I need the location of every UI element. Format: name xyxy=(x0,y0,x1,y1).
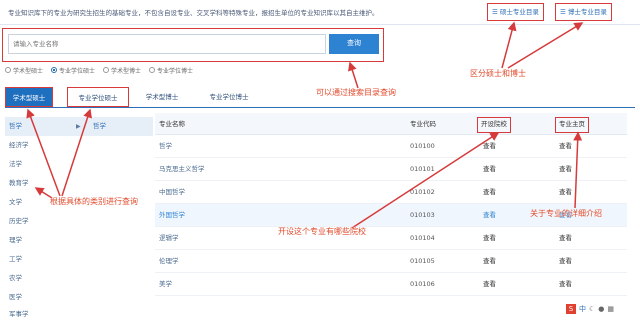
radio-dot xyxy=(51,67,58,73)
arrow-doctors xyxy=(507,22,584,69)
major-name: 马克思主义哲学 xyxy=(159,165,205,173)
major-name: 伦理学 xyxy=(159,257,179,265)
category-item[interactable]: 教育学 xyxy=(5,174,153,193)
masters-catalog-button[interactable]: ☰ 硕士专业目录 xyxy=(487,3,544,21)
radio-dot xyxy=(149,67,156,73)
notice-text: 专业知识库下的专业为研究生招生的基础专业，不包含自设专业、交叉学科等特殊专业，报… xyxy=(8,9,379,17)
table-row: 伦理学 010105 查看 查看 xyxy=(155,250,627,273)
tab-academic-masters[interactable]: 学术型硕士 xyxy=(5,87,53,107)
ime-language[interactable]: 中 xyxy=(579,304,586,314)
major-name: 逻辑学 xyxy=(159,234,179,242)
view-schools-link[interactable]: 查看 xyxy=(483,273,496,296)
annotation-search: 可以通过搜索目录查询 xyxy=(316,88,396,97)
table-header: 专业名称 专业代码 开设院校 专业主页 xyxy=(155,113,627,135)
major-code: 010105 xyxy=(410,257,435,265)
arrow-masters xyxy=(501,21,517,69)
keyboard-icon: ▦ xyxy=(607,305,615,313)
degree-type-radios: 学术型硕士 专业学位硕士 学术型博士 专业学位博士 xyxy=(5,65,193,75)
major-name: 美学 xyxy=(159,280,172,288)
header-name: 专业名称 xyxy=(159,120,185,128)
view-homepage-link[interactable]: 查看 xyxy=(559,227,572,250)
major-name: 中国哲学 xyxy=(159,188,185,196)
header-code: 专业代码 xyxy=(410,120,436,128)
doctors-catalog-button[interactable]: ☰ 博士专业目录 xyxy=(555,3,612,21)
category-label: 哲学 xyxy=(9,122,22,130)
view-homepage-link[interactable]: 查看 xyxy=(559,158,572,181)
tab-professional-doctors[interactable]: 专业学位博士 xyxy=(195,87,263,107)
radio-label: 学术型硕士 xyxy=(13,67,44,75)
view-homepage-link[interactable]: 查看 xyxy=(559,181,572,204)
arrow-search xyxy=(347,61,359,89)
major-code: 010104 xyxy=(410,234,435,242)
view-schools-link[interactable]: 查看 xyxy=(483,181,496,204)
radio-label: 学术型博士 xyxy=(111,67,142,75)
view-schools-link[interactable]: 查看 xyxy=(483,135,496,158)
header-schools: 开设院校 xyxy=(477,117,511,133)
category-item[interactable]: 历史学 xyxy=(5,212,153,231)
view-schools-link[interactable]: 查看 xyxy=(483,204,496,227)
major-code: 010100 xyxy=(410,142,435,150)
search-input[interactable] xyxy=(8,34,326,54)
category-list: 哲学 ▶ 哲学 经济学 法学 教育学 文学 历史学 理学 工学 农学 医学 军事… xyxy=(5,117,153,320)
radio-label: 专业学位硕士 xyxy=(59,67,96,75)
annotation-homepage: 关于专业的详细介绍 xyxy=(530,209,602,218)
mic-icon: ● xyxy=(598,305,605,313)
category-item[interactable]: 军事学 xyxy=(5,305,153,320)
radio-professional-doctors[interactable]: 专业学位博士 xyxy=(149,65,193,75)
tab-underline xyxy=(5,107,635,108)
major-code: 010103 xyxy=(410,211,435,219)
ime-logo: S xyxy=(566,304,576,314)
caret-right-icon: ▶ xyxy=(76,123,81,130)
category-item[interactable]: 法学 xyxy=(5,155,153,174)
major-name: 哲学 xyxy=(159,142,172,150)
table-row: 哲学 010100 查看 查看 xyxy=(155,135,627,158)
category-item-philosophy[interactable]: 哲学 ▶ 哲学 xyxy=(5,117,153,136)
radio-dot xyxy=(5,67,11,73)
category-item[interactable]: 理学 xyxy=(5,231,153,250)
search-box: 查询 xyxy=(2,28,384,62)
masters-catalog-label: 硕士专业目录 xyxy=(499,8,539,16)
category-item[interactable]: 经济学 xyxy=(5,136,153,155)
page: 专业知识库下的专业为研究生招生的基础专业，不包含自设专业、交叉学科等特殊专业，报… xyxy=(0,0,640,320)
view-homepage-link[interactable]: 查看 xyxy=(559,135,572,158)
view-homepage-link[interactable]: 查看 xyxy=(559,273,572,296)
view-schools-link[interactable]: 查看 xyxy=(483,250,496,273)
divider xyxy=(0,24,640,25)
radio-professional-masters[interactable]: 专业学位硕士 xyxy=(51,65,95,75)
table-row: 逻辑学 010104 查看 查看 xyxy=(155,227,627,250)
major-code: 010102 xyxy=(410,188,435,196)
ime-toolbar[interactable]: S 中 ☾ ● ▦ xyxy=(566,302,614,316)
view-schools-link[interactable]: 查看 xyxy=(483,158,496,181)
view-schools-link[interactable]: 查看 xyxy=(483,227,496,250)
moon-icon: ☾ xyxy=(589,305,596,313)
major-code: 010106 xyxy=(410,280,435,288)
list-icon: ☰ xyxy=(560,8,566,16)
list-icon: ☰ xyxy=(492,8,498,16)
radio-label: 专业学位博士 xyxy=(157,67,194,75)
annotation-schools: 开设这个专业有哪些院校 xyxy=(278,227,366,236)
header-homepage: 专业主页 xyxy=(555,117,589,133)
view-homepage-link[interactable]: 查看 xyxy=(559,250,572,273)
major-name: 外国哲学 xyxy=(159,211,185,219)
table-row: 中国哲学 010102 查看 查看 xyxy=(155,181,627,204)
category-item[interactable]: 农学 xyxy=(5,269,153,288)
table-row: 马克思主义哲学 010101 查看 查看 xyxy=(155,158,627,181)
annotation-category: 根据具体的类别进行查询 xyxy=(50,197,138,206)
major-code: 010101 xyxy=(410,165,435,173)
radio-dot xyxy=(103,67,110,73)
radio-academic-doctors[interactable]: 学术型博士 xyxy=(103,65,141,75)
category-item[interactable]: 工学 xyxy=(5,250,153,269)
tab-academic-doctors[interactable]: 学术型博士 xyxy=(133,87,191,107)
subcategory-label[interactable]: 哲学 xyxy=(93,117,106,136)
search-button[interactable]: 查询 xyxy=(329,34,379,54)
table-row: 美学 010106 查看 查看 xyxy=(155,273,627,296)
doctors-catalog-label: 博士专业目录 xyxy=(567,8,607,16)
annotation-masters-doctors: 区分硕士和博士 xyxy=(470,69,526,78)
radio-academic-masters[interactable]: 学术型硕士 xyxy=(5,65,43,75)
tab-professional-masters[interactable]: 专业学位硕士 xyxy=(67,87,129,107)
